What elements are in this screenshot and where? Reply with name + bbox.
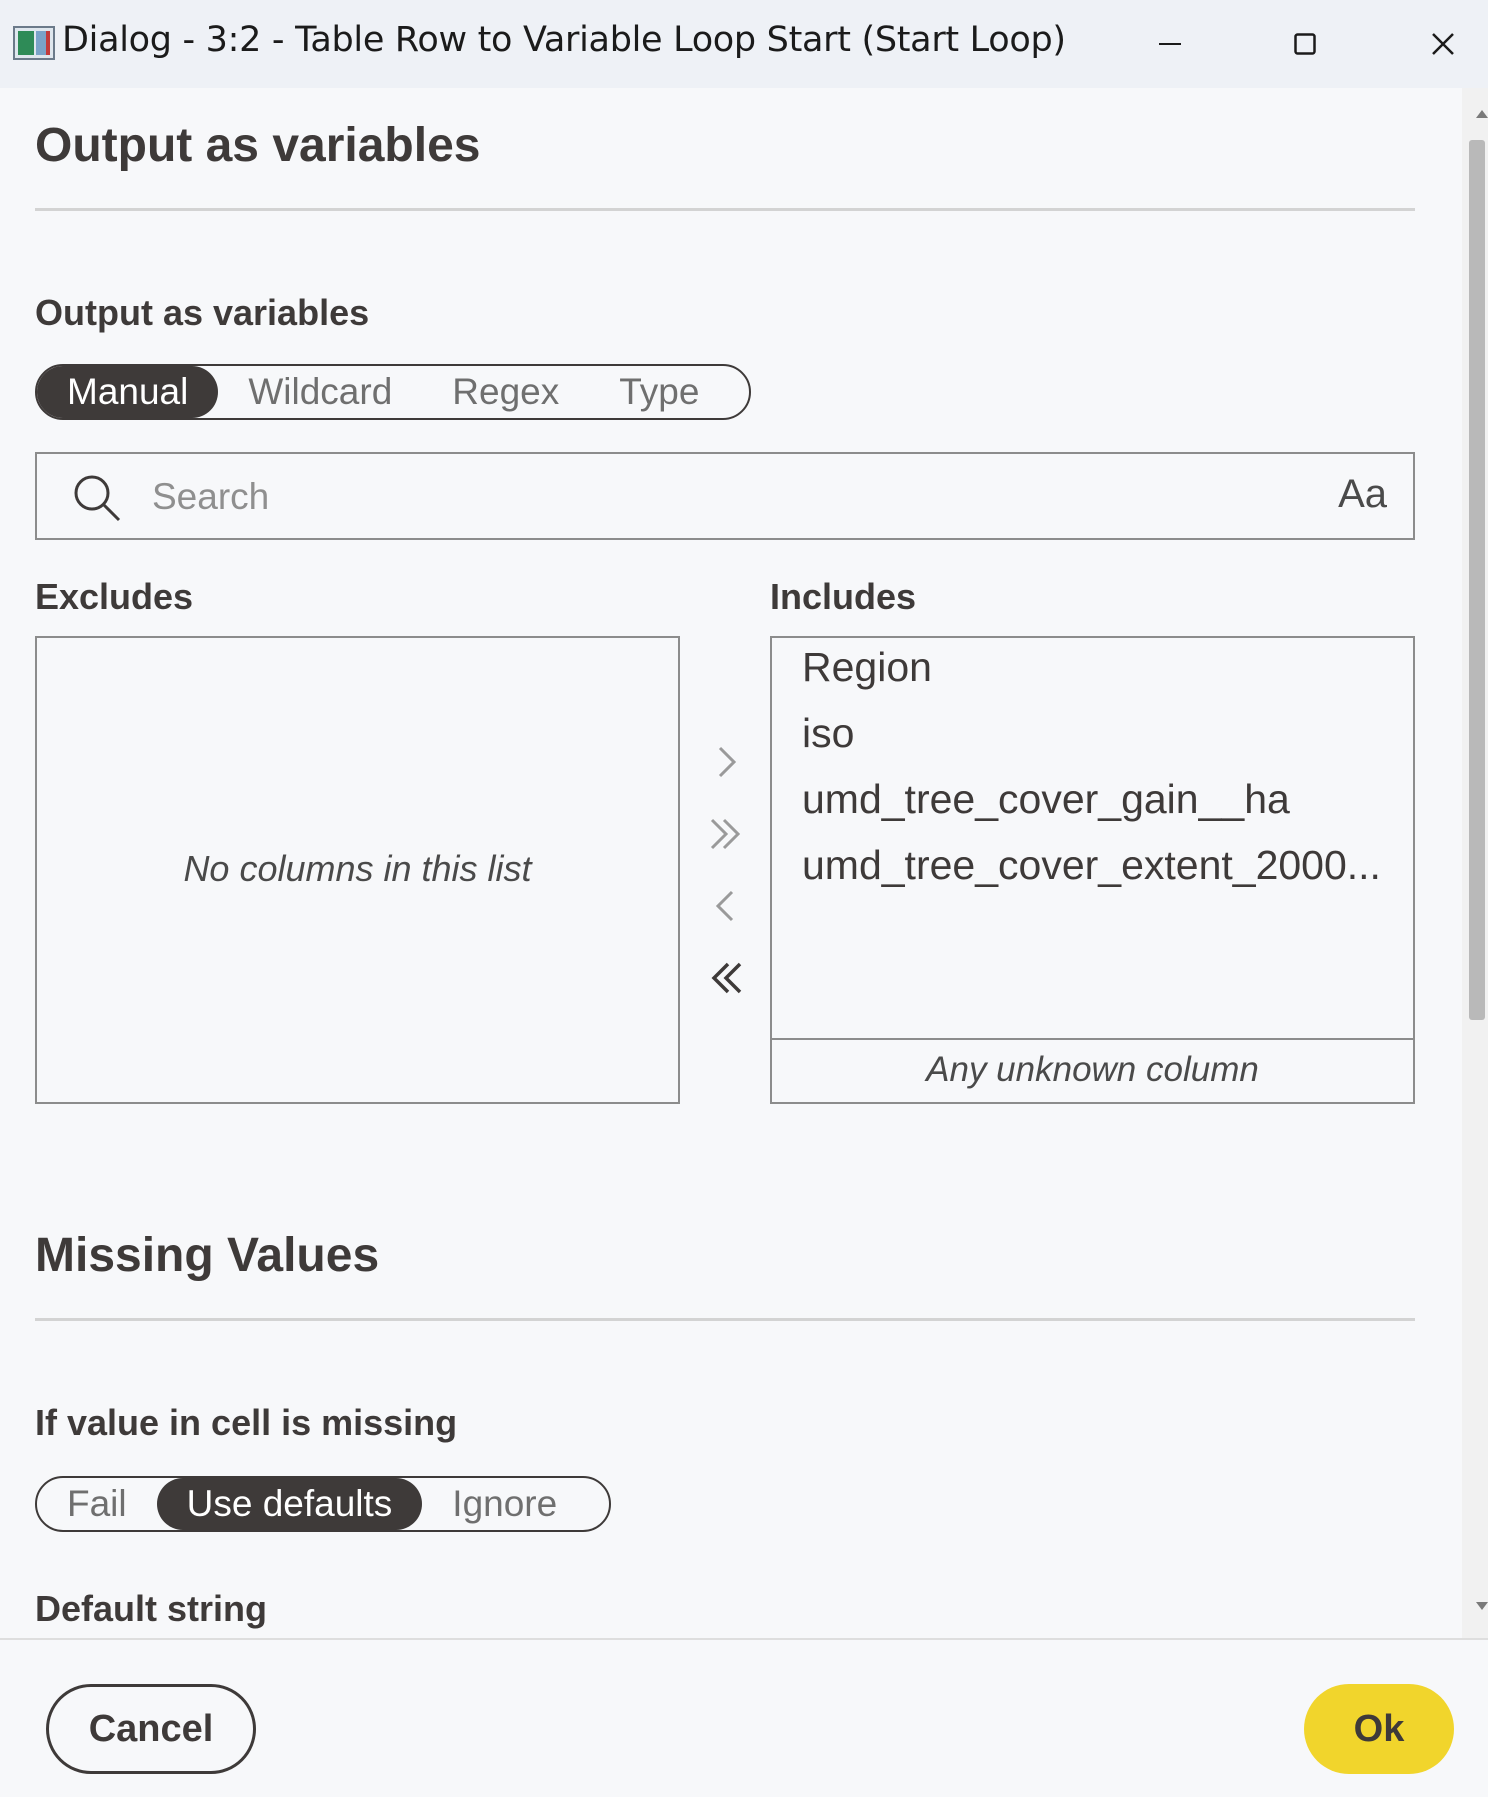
mode-type[interactable]: Type (589, 366, 729, 418)
move-right-icon[interactable] (706, 742, 746, 782)
maximize-icon (1294, 33, 1316, 55)
scroll-down-icon[interactable] (1476, 1602, 1488, 1610)
dialog-footer: Cancel Ok (0, 1638, 1488, 1797)
title-bar: Dialog - 3:2 - Table Row to Variable Loo… (0, 0, 1488, 88)
ok-button[interactable]: Ok (1304, 1684, 1454, 1774)
scroll-up-icon[interactable] (1476, 110, 1488, 118)
app-icon (13, 26, 55, 60)
minimize-icon (1159, 43, 1181, 45)
mode-selector: Manual Wildcard Regex Type (35, 364, 751, 420)
field-label-output: Output as variables (35, 292, 370, 333)
excludes-list[interactable]: No columns in this list (35, 636, 680, 1104)
mode-manual[interactable]: Manual (37, 366, 219, 418)
close-button[interactable] (1383, 0, 1488, 88)
scrollbar-thumb[interactable] (1469, 140, 1485, 1020)
search-input[interactable]: Search Aa (35, 452, 1415, 540)
excludes-label: Excludes (35, 576, 194, 617)
vertical-scrollbar[interactable] (1462, 88, 1488, 1638)
search-placeholder: Search (152, 476, 270, 517)
maximize-button[interactable] (1245, 0, 1365, 88)
option-use-defaults[interactable]: Use defaults (156, 1478, 423, 1530)
missing-value-selector: Fail Use defaults Ignore (35, 1476, 611, 1532)
case-sensitive-toggle[interactable]: Aa (1338, 472, 1387, 517)
move-all-right-icon[interactable] (706, 814, 746, 854)
window-title: Dialog - 3:2 - Table Row to Variable Loo… (62, 20, 1066, 60)
minimize-button[interactable] (1110, 0, 1230, 88)
list-item[interactable]: Region (802, 644, 932, 691)
section-title-output: Output as variables (35, 119, 481, 172)
option-fail[interactable]: Fail (37, 1478, 157, 1530)
move-left-icon[interactable] (706, 886, 746, 926)
excludes-empty-message: No columns in this list (183, 848, 532, 889)
mode-wildcard[interactable]: Wildcard (218, 366, 422, 418)
default-string-label: Default string (35, 1588, 268, 1629)
list-item[interactable]: umd_tree_cover_extent_2000... (802, 842, 1381, 889)
option-ignore[interactable]: Ignore (422, 1478, 587, 1530)
includes-label: Includes (770, 576, 917, 617)
list-item[interactable]: iso (802, 710, 854, 757)
includes-unknown-column[interactable]: Any unknown column (772, 1038, 1413, 1102)
includes-list[interactable]: Region iso umd_tree_cover_gain__ha umd_t… (770, 636, 1415, 1104)
search-icon (74, 475, 121, 522)
close-icon (1432, 33, 1454, 55)
list-item[interactable]: umd_tree_cover_gain__ha (802, 776, 1290, 823)
move-all-left-icon[interactable] (706, 958, 746, 998)
cancel-button[interactable]: Cancel (46, 1684, 256, 1774)
mode-regex[interactable]: Regex (422, 366, 589, 418)
section-title-missing: Missing Values (35, 1229, 380, 1282)
divider (35, 208, 1415, 211)
divider (35, 1318, 1415, 1321)
dialog-content: Output as variables Output as variables … (0, 88, 1462, 1638)
field-label-missing: If value in cell is missing (35, 1402, 458, 1443)
